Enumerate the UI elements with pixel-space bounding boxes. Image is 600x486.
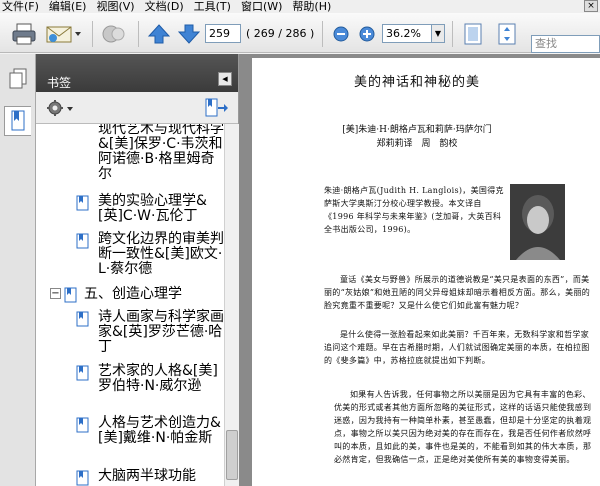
zoom-level-input[interactable]: 36.2% (382, 24, 432, 43)
collapse-toggle[interactable]: − (50, 288, 61, 299)
search-input[interactable]: 查找 (531, 35, 600, 53)
paragraph: 是什么使得一张脸看起来如此美丽？千百年来，无数科学家和哲学家追问这个难题。早在古… (324, 330, 590, 365)
menu-window[interactable]: 窗口(W) (239, 0, 290, 13)
bookmark-tree: 现代艺术与现代科学&[美]保罗·C·韦茨和阿诺德·B·格里姆奇尔 美的实验心理学… (36, 124, 224, 486)
bookmark-page-icon (76, 233, 89, 249)
scrollbar-thumb[interactable] (226, 430, 238, 480)
document-view[interactable]: 美的神话和神秘的美 [美]朱迪·H·朗格卢瓦和莉萨·玛萨尔门 郑莉莉译 周 韵校… (239, 54, 600, 486)
expand-bookmark-button[interactable] (204, 97, 228, 119)
pages-icon (9, 68, 26, 89)
author-photo (510, 184, 565, 260)
bookmark-expand-icon (205, 98, 228, 117)
bookmarks-title: 书签 (47, 76, 72, 90)
zoom-out-button[interactable] (332, 25, 350, 43)
bookmark-label: 人格与艺术创造力&[美]戴维·N·帕金斯 (98, 415, 221, 446)
email-icon (46, 26, 81, 43)
toolbar: 259 ( 269 / 286 ) 36.2% ▼ 查找 (0, 13, 600, 53)
bookmarks-header: 书签 ◀ (36, 54, 238, 92)
email-button[interactable] (44, 21, 84, 47)
portrait-image (510, 184, 565, 260)
page-number-input[interactable]: 259 (205, 24, 241, 43)
zoom-in-button[interactable] (358, 25, 376, 43)
bookmark-label: 艺术家的人格&[美]罗伯特·N·威尔逊 (98, 363, 218, 394)
article-title: 美的神话和神秘的美 (353, 75, 480, 90)
menu-file[interactable]: 文件(F) (0, 0, 47, 13)
translators-line: 郑莉莉译 周 韵校 (376, 139, 458, 149)
bookmark-page-icon (64, 287, 77, 303)
previous-page-button[interactable] (146, 21, 172, 47)
quoted-paragraph: 如果有人告诉我，任何事物之所以美丽是因为它具有丰富的色彩、优美的形式或者其他方面… (334, 390, 592, 464)
bookmarks-panel-button[interactable] (4, 106, 31, 136)
article-authors: [美]朱迪·H·朗格卢瓦和莉萨·玛萨尔门 郑莉莉译 周 韵校 (252, 123, 582, 151)
bookmark-label: 现代艺术与现代科学&[美]保罗·C·韦茨和阿诺德·B·格里姆奇尔 (98, 124, 224, 182)
arrow-down-icon (178, 24, 200, 44)
bookmark-label: 大脑两半球功能 (98, 468, 196, 484)
collaborate-icon (102, 25, 125, 43)
menu-view[interactable]: 视图(V) (94, 0, 142, 13)
bookmark-page-icon (76, 195, 89, 211)
authors-line: [美]朱迪·H·朗格卢瓦和莉萨·玛萨尔门 (342, 125, 492, 135)
bookmark-page-icon (76, 311, 89, 327)
arrow-up-icon (148, 24, 170, 44)
zoom-dropdown-button[interactable]: ▼ (432, 24, 445, 43)
gear-icon (47, 100, 73, 116)
printer-icon (12, 23, 36, 45)
zoom-in-icon (359, 26, 375, 42)
collapse-panel-button[interactable]: ◀ (218, 72, 232, 86)
bookmark-icon (11, 110, 25, 131)
expand-icon (498, 23, 516, 45)
bookmark-label: 五、创造心理学 (84, 286, 182, 302)
fit-page-icon (464, 23, 482, 45)
fit-page-button[interactable] (460, 21, 486, 47)
options-menu-button[interactable] (46, 99, 76, 117)
bookmarks-panel: 书签 ◀ 现代艺术与现代科学&[美]保罗·C·韦茨和阿诺德·B·格里姆奇尔 美的… (36, 54, 239, 486)
menu-help[interactable]: 帮助(H) (290, 0, 339, 13)
zoom-out-icon (333, 26, 349, 42)
author-intro: 朱迪·朗格卢瓦(Judith H. Langlois)，美国得克萨斯大学奥斯汀分… (324, 186, 504, 234)
pages-panel-button[interactable] (4, 64, 31, 94)
menu-edit[interactable]: 编辑(E) (47, 0, 95, 13)
menu-document[interactable]: 文档(D) (143, 0, 192, 13)
bookmark-page-icon (76, 417, 89, 433)
bookmark-page-icon (76, 365, 89, 381)
menu-bar: 文件(F) 编辑(E) 视图(V) 文档(D) 工具(T) 窗口(W) 帮助(H… (0, 0, 600, 13)
bookmarks-toolbar (36, 92, 238, 124)
navigation-strip (0, 54, 36, 486)
paragraph: 童话《美女与野兽》所展示的道德说教是“美只是表面的东西”，而美丽的“灰姑娘”和她… (324, 275, 591, 310)
bookmarks-scrollbar[interactable] (224, 124, 239, 486)
close-document-button[interactable]: × (584, 0, 598, 12)
next-page-button[interactable] (176, 21, 202, 47)
bookmark-label: 跨文化边界的审美判断一致性&[美]欧文·L·蔡尔德 (98, 231, 224, 277)
menu-tools[interactable]: 工具(T) (192, 0, 239, 13)
print-button[interactable] (10, 21, 38, 47)
page-count: ( 269 / 286 ) (246, 27, 315, 40)
collaborate-button[interactable] (100, 21, 130, 47)
bookmark-label: 诗人画家与科学家画家&[英]罗莎芒德·哈丁 (98, 309, 224, 355)
bookmark-page-icon (76, 470, 89, 486)
document-page: 美的神话和神秘的美 [美]朱迪·H·朗格卢瓦和莉萨·玛萨尔门 郑莉莉译 周 韵校… (252, 58, 600, 486)
bookmark-label: 美的实验心理学&[英]C·W·瓦伦丁 (98, 193, 207, 224)
full-screen-button[interactable] (494, 21, 520, 47)
